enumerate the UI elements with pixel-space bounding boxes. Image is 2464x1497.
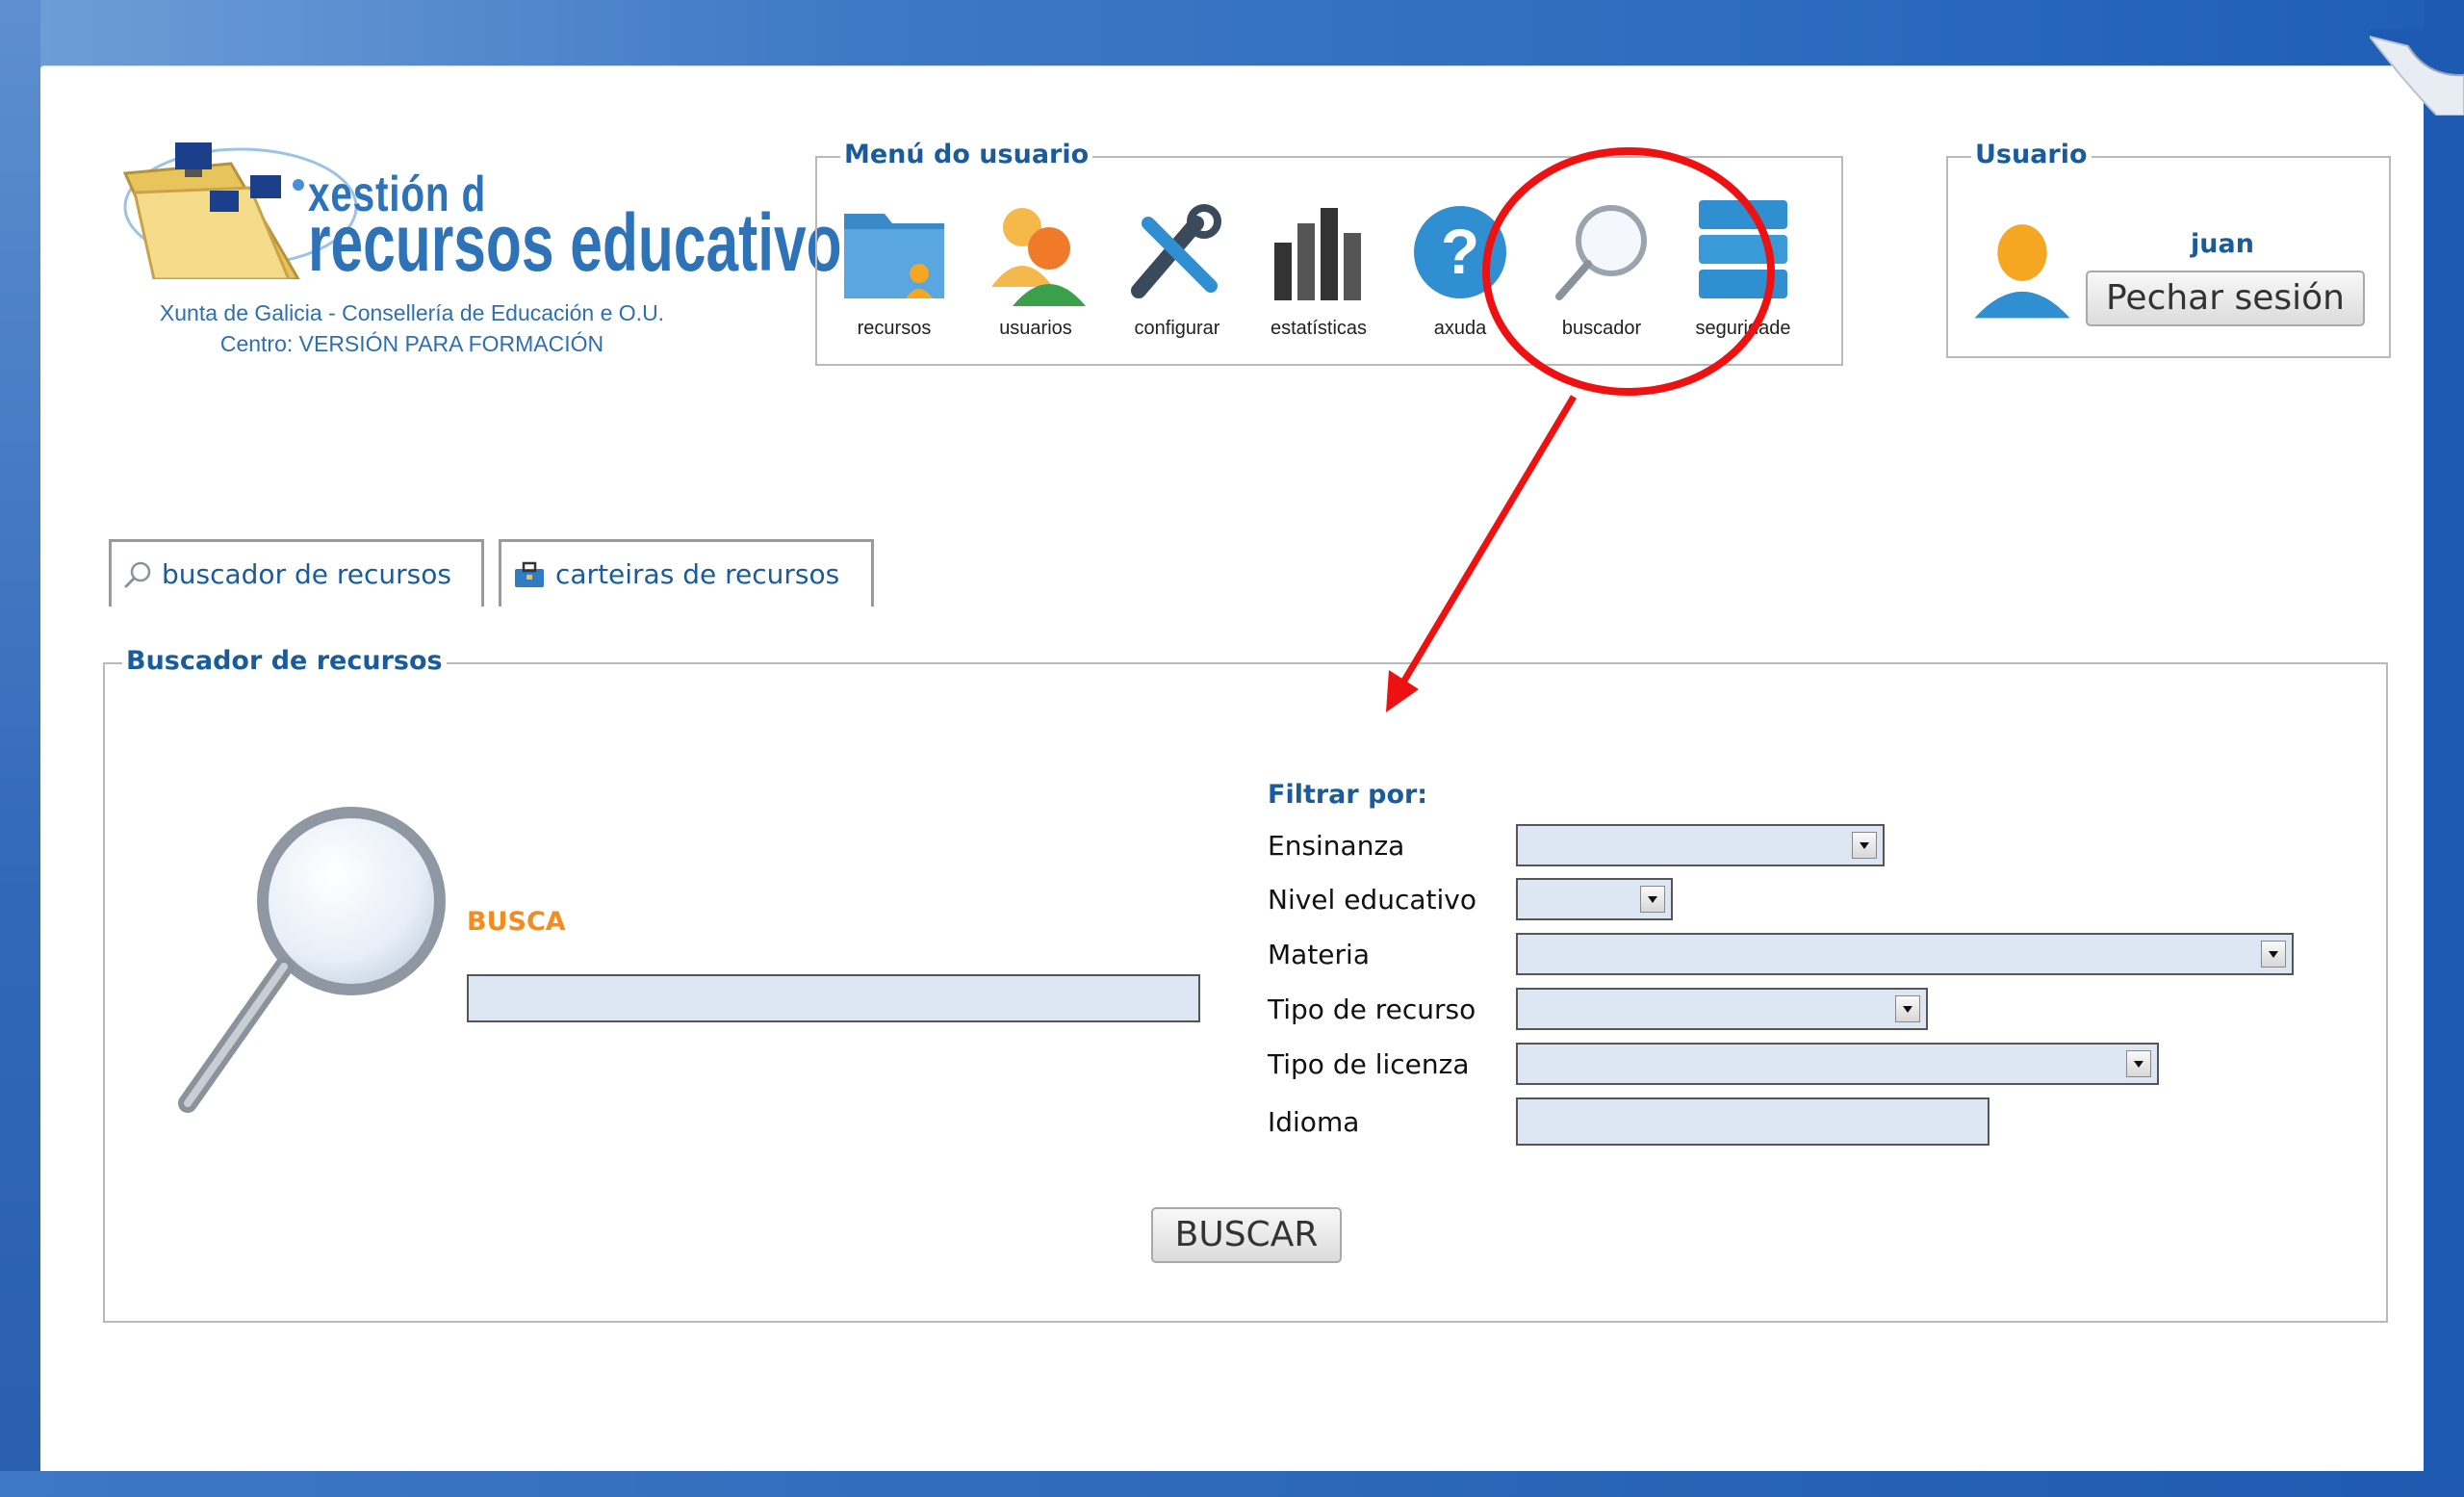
organization-label: Xunta de Galicia - Consellería de Educac…	[159, 300, 665, 325]
menu-item-label: estatísticas	[1270, 318, 1368, 339]
idioma-input[interactable]	[1516, 1097, 1989, 1146]
magnifier-icon	[124, 561, 151, 587]
help-icon: ?	[1414, 206, 1506, 298]
menu-item-estatisticas[interactable]: estatísticas	[1251, 194, 1386, 340]
menu-item-configurar[interactable]: configurar	[1110, 194, 1245, 340]
busca-input[interactable]	[467, 974, 1200, 1022]
chevron-down-icon	[2261, 941, 2286, 968]
window-frame-bottom	[0, 1471, 2464, 1497]
window-frame-top	[0, 0, 2464, 67]
busca-label: BUSCA	[467, 907, 566, 937]
page-curl-icon	[2370, 29, 2464, 116]
chevron-down-icon	[1852, 832, 1877, 859]
user-panel: Usuario juan Pechar sesión	[1946, 140, 2391, 358]
tab-label: buscador de recursos	[162, 558, 451, 590]
logo-text-line2: recursos educativos	[308, 197, 875, 288]
tab-carteiras-de-recursos[interactable]: carteiras de recursos	[499, 539, 874, 607]
avatar-icon	[1974, 224, 2070, 319]
user-menu-panel: Menú do usuario recursos usuarios config…	[815, 140, 1843, 366]
menu-item-label: axuda	[1433, 318, 1487, 339]
window-frame-right	[2424, 0, 2464, 1497]
menu-item-usuarios[interactable]: usuarios	[968, 194, 1103, 340]
window-frame-left	[0, 0, 40, 1497]
filter-label-tipo-de-recurso: Tipo de recurso	[1268, 994, 1476, 1025]
menu-item-label: buscador	[1561, 318, 1642, 339]
filter-label-nivel-educativo: Nivel educativo	[1268, 884, 1476, 916]
materia-select[interactable]	[1516, 933, 2294, 975]
ensinanza-select[interactable]	[1516, 824, 1885, 866]
buscar-button[interactable]: BUSCAR	[1151, 1207, 1342, 1263]
user-menu-legend: Menú do usuario	[840, 140, 1093, 169]
folder-user-icon	[844, 214, 944, 298]
filter-label-ensinanza: Ensinanza	[1268, 830, 1405, 862]
menu-item-recursos[interactable]: recursos	[827, 194, 962, 340]
magnifier-icon	[1555, 205, 1647, 300]
bar-chart-icon	[1274, 208, 1361, 300]
tipo-de-licenza-select[interactable]	[1516, 1043, 2159, 1085]
centre-label: Centro: VERSIÓN PARA FORMACIÓN	[219, 331, 604, 356]
menu-item-label: seguridade	[1695, 318, 1791, 339]
user-panel-legend: Usuario	[1971, 140, 2092, 169]
users-icon	[991, 208, 1086, 306]
chevron-down-icon	[1640, 886, 1665, 913]
svg-text:?: ?	[1441, 216, 1479, 287]
menu-item-axuda[interactable]: ? axuda	[1393, 194, 1527, 340]
nivel-educativo-select[interactable]	[1516, 878, 1673, 920]
tab-buscador-de-recursos[interactable]: buscador de recursos	[109, 539, 484, 607]
filter-label-idioma: Idioma	[1268, 1106, 1360, 1138]
filter-label-materia: Materia	[1268, 939, 1370, 970]
user-name: juan	[2191, 229, 2254, 259]
search-panel-legend: Buscador de recursos	[122, 646, 447, 676]
magnifier-illustration-icon	[178, 807, 446, 1113]
database-icon	[1699, 200, 1787, 298]
tipo-de-recurso-select[interactable]	[1516, 988, 1928, 1030]
logout-button[interactable]: Pechar sesión	[2086, 271, 2365, 326]
filter-label-tipo-de-licenza: Tipo de licenza	[1268, 1048, 1470, 1080]
menu-item-label: recursos	[857, 318, 932, 339]
chevron-down-icon	[2126, 1050, 2151, 1077]
menu-item-label: configurar	[1134, 318, 1220, 339]
tab-label: carteiras de recursos	[555, 558, 840, 590]
menu-item-seguridade[interactable]: seguridade	[1676, 194, 1810, 340]
filter-title: Filtrar por:	[1268, 780, 1428, 810]
briefcase-icon	[515, 561, 544, 587]
menu-item-label: usuarios	[999, 318, 1072, 339]
tools-icon	[1131, 204, 1221, 298]
menu-item-buscador[interactable]: buscador	[1534, 194, 1669, 340]
chevron-down-icon	[1895, 995, 1920, 1022]
